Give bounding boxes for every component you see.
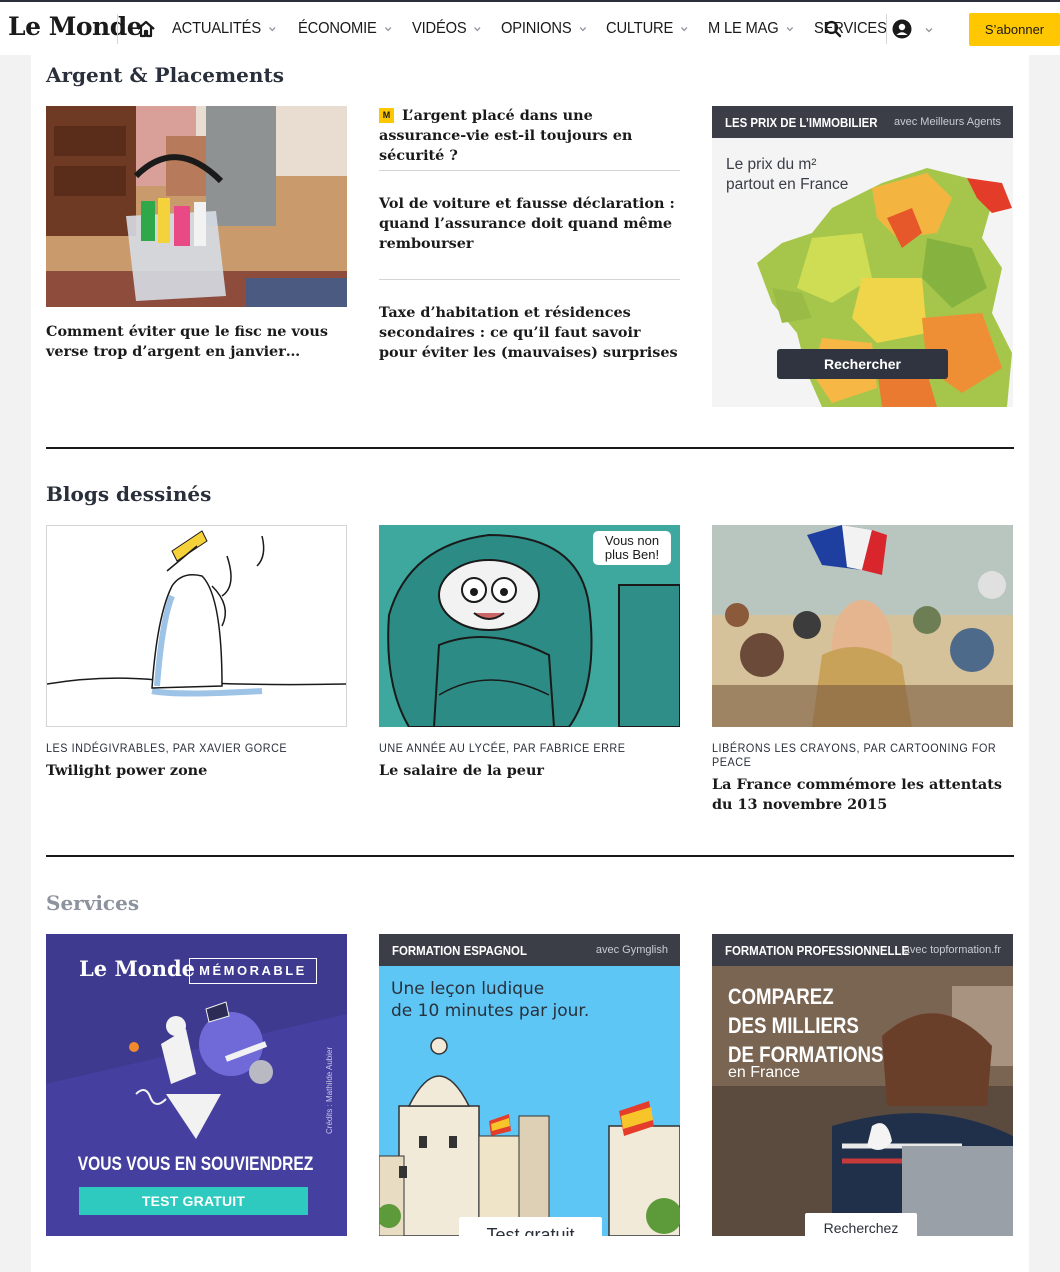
blog-headline[interactable]: Twilight power zone (46, 761, 346, 781)
main-nav: ACTUALITÉS ÉCONOMIE VIDÉOS OPINIONS CULT… (172, 2, 922, 55)
blog-kicker[interactable]: UNE ANNÉE AU LYCÉE, PAR FABRICE ERRE (379, 741, 676, 755)
widget-title: FORMATION PROFESSIONNELLE (725, 942, 910, 958)
nav-label: ÉCONOMIE (297, 19, 377, 37)
pro-search-button[interactable]: Recherchez (805, 1213, 917, 1236)
search-icon[interactable] (824, 20, 842, 38)
blog-kicker[interactable]: LES INDÉGIVRABLES, PAR XAVIER GORCE (46, 741, 343, 755)
spanish-course-header: FORMATION ESPAGNOL avec Gymglish (379, 934, 680, 966)
article-headline[interactable]: M L’argent placé dans une assurance-vie e… (379, 106, 679, 166)
chevron-down-icon (384, 26, 391, 31)
widget-caption: Le prix du m² partout en France (726, 155, 848, 195)
widget-title: LES PRIX DE L’IMMOBILIER (725, 114, 878, 130)
section-title-services[interactable]: Services (46, 891, 139, 915)
nav-economie[interactable]: ÉCONOMIE (298, 20, 392, 38)
header-divider (886, 14, 887, 44)
nav-culture[interactable]: CULTURE (606, 20, 689, 38)
subscribe-button[interactable]: S’abonner (969, 13, 1060, 46)
chevron-down-icon (578, 26, 586, 31)
list-divider (379, 279, 680, 280)
le-monde-logo[interactable]: Le Monde (8, 12, 143, 41)
top-navigation-bar: Le Monde ACTUALITÉS ÉCONOMIE VIDÉOS OPIN… (0, 0, 1060, 55)
real-estate-widget-header: LES PRIX DE L’IMMOBILIER avec Meilleurs … (712, 106, 1013, 138)
nav-opinions[interactable]: OPINIONS (501, 20, 587, 38)
basket-photo (46, 106, 347, 307)
blog-kicker[interactable]: LIBÉRONS LES CRAYONS, PAR CARTOONING FOR… (712, 741, 1009, 769)
caption-line: de 10 minutes par jour. (391, 1001, 590, 1021)
spanish-course-caption: Une leçon ludique de 10 minutes par jour… (391, 978, 589, 1022)
nav-actualites[interactable]: ACTUALITÉS (172, 20, 277, 38)
nav-label: CULTURE (606, 19, 674, 37)
widget-partner: avec topformation.fr (903, 944, 1001, 956)
chevron-down-icon (474, 26, 481, 31)
speech-bubble: Vous non plus Ben! (593, 531, 671, 565)
search-real-estate-button[interactable]: Rechercher (777, 349, 948, 379)
list-divider (379, 170, 680, 171)
article-headline[interactable]: Vol de voiture et fausse déclaration : q… (379, 194, 679, 254)
content-card: Argent & Placements Comment éviter que l… (31, 55, 1029, 1272)
speech-bubble-line: Vous non (604, 533, 660, 548)
blog-image-xavier-gorce[interactable] (46, 525, 347, 727)
memorable-badge: MÉMORABLE (189, 958, 317, 984)
caption-line: DES MILLIERS (728, 1013, 859, 1038)
penguin-cartoon (47, 530, 346, 697)
pro-training-caption: COMPAREZ DES MILLIERS DE FORMATIONS (728, 982, 883, 1069)
memorable-logo: Le Monde (79, 956, 196, 981)
chevron-down-icon[interactable] (924, 25, 934, 35)
widget-partner: avec Meilleurs Agents (894, 116, 1001, 128)
memorable-cta-button[interactable]: TEST GRATUIT (79, 1187, 308, 1215)
caption-line: Une leçon ludique (391, 979, 545, 999)
blog-headline[interactable]: La France commémore les attentats du 13 … (712, 775, 1012, 815)
header-divider (117, 14, 118, 44)
pro-training-promo[interactable]: COMPAREZ DES MILLIERS DE FORMATIONS en F… (712, 966, 1013, 1236)
spanish-course-promo[interactable]: Une leçon ludique de 10 minutes par jour… (379, 966, 680, 1236)
headline-text: L’argent placé dans une assurance-vie es… (379, 107, 633, 164)
image-credit: Crédits : Mathilde Aubier (325, 1046, 334, 1134)
nav-label: ACTUALITÉS (172, 19, 261, 37)
chevron-down-icon (268, 26, 276, 31)
section-title-blogs[interactable]: Blogs dessinés (46, 482, 211, 506)
widget-title: FORMATION ESPAGNOL (392, 942, 527, 958)
memorable-promo[interactable]: Le Monde MÉMORABLE Crédits : Mathilde Au… (46, 934, 347, 1236)
nav-m-le-mag[interactable]: M LE MAG (708, 20, 794, 38)
caption-line: en France (728, 1064, 801, 1081)
chevron-down-icon (786, 26, 793, 31)
widget-caption-line: partout en France (726, 176, 849, 193)
account-icon[interactable] (892, 19, 912, 39)
chevron-down-icon (681, 26, 688, 31)
blog-image-fabrice-erre[interactable]: Vous non plus Ben! (379, 525, 680, 727)
premium-badge: M (379, 108, 394, 123)
pro-training-header: FORMATION PROFESSIONNELLE avec topformat… (712, 934, 1013, 966)
nav-label: OPINIONS (500, 19, 572, 37)
blog-image-cartooning-for-peace[interactable] (712, 525, 1013, 727)
section-title-argent[interactable]: Argent & Placements (46, 63, 284, 87)
article-headline[interactable]: Comment éviter que le fisc ne vous verse… (46, 322, 346, 362)
home-icon[interactable] (136, 19, 156, 39)
real-estate-widget[interactable]: Le prix du m² partout en France Recherch… (712, 138, 1013, 407)
article-headline[interactable]: Taxe d’habitation et résidences secondai… (379, 303, 679, 363)
memorable-tagline: VOUS VOUS EN SOUVIENDREZ (77, 1154, 314, 1175)
section-divider (46, 855, 1014, 857)
nav-label: VIDÉOS (412, 19, 467, 37)
caption-line: COMPAREZ (728, 984, 834, 1009)
nav-videos[interactable]: VIDÉOS (412, 20, 482, 38)
speech-bubble-line: plus Ben! (604, 547, 660, 562)
blog-headline[interactable]: Le salaire de la peur (379, 761, 679, 781)
article-image-shopping-basket[interactable] (46, 106, 347, 307)
spanish-test-button[interactable]: Test gratuit (459, 1217, 602, 1236)
nav-label: M LE MAG (708, 19, 779, 37)
widget-partner: avec Gymglish (595, 944, 668, 956)
widget-caption-line: Le prix du m² (726, 156, 817, 173)
liberty-cartoon (712, 525, 1013, 727)
section-divider (46, 447, 1014, 449)
